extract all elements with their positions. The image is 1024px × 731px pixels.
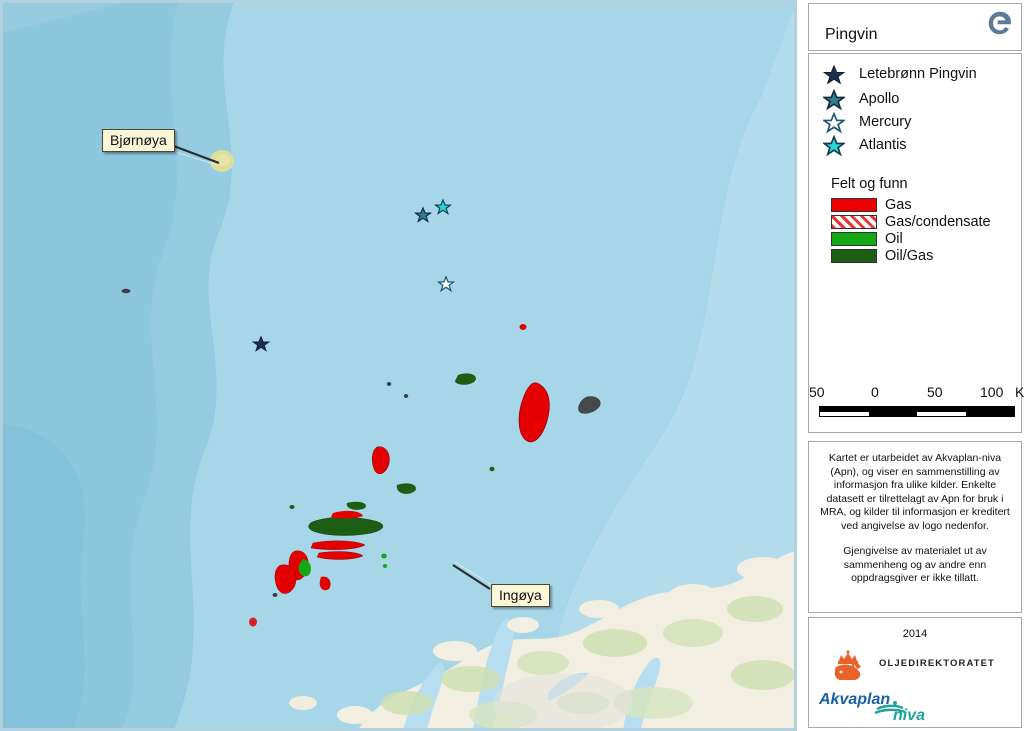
npd-lion-crest-icon [835,650,861,680]
disclaimer-box: Kartet er utarbeidet av Akvaplan-niva (A… [808,441,1022,613]
swatch-oil-gas [831,249,877,263]
legend-label: Oil [885,231,903,247]
legend-label: Atlantis [859,137,907,153]
credits-box: 2014 OLJEDIREKTORATET Akvaplan niva [808,617,1022,728]
map-label-bjornoya[interactable]: Bjørnøya [102,129,175,152]
star-hollow-teal-icon [823,112,845,134]
title-box: Pingvin [808,3,1022,51]
akvaplan-niva-wave-icon: Akvaplan niva [819,691,925,724]
swatch-gas [831,198,877,212]
star-filled-cyan-icon [823,135,845,157]
scale-tick: 100 [980,384,1004,400]
page-title: Pingvin [825,26,878,43]
oljedirektoratet-label: OLJEDIREKTORATET [879,658,995,669]
island-bjornoya-inner [216,154,230,166]
coastal-island [737,557,789,581]
niva-wordmark: niva [893,707,925,724]
side-panel: Pingvin Letebrønn Pingvin Apollo Mercury… [806,0,1024,731]
scale-segment [868,407,917,416]
coastal-island [337,706,373,724]
akvaplan-wordmark: Akvaplan [819,691,890,708]
map-label-ingoya[interactable]: Ingøya [491,584,550,607]
map-canvas[interactable] [3,3,795,729]
field-oilgas[interactable] [289,505,295,509]
field-oil[interactable] [382,564,388,568]
legend-label: Mercury [859,114,912,130]
field-marker[interactable] [403,394,409,398]
scale-unit-label: Ki [1015,384,1024,400]
scale-segment [820,407,869,416]
field-marker[interactable] [121,288,131,294]
coastal-island [289,696,317,710]
scale-segment [965,407,1014,416]
bathymetry-deepest [3,423,85,728]
field-oil[interactable] [381,553,387,559]
star-filled-teal-icon [823,89,845,111]
akvaplan-niva-logo: Akvaplan niva [819,690,969,724]
disclaimer-paragraph-2: Gjengivelse av materialet ut av sammenhe… [843,545,987,584]
map-application: Bjørnøya Ingøya Pingvin Letebrønn Pingvi… [0,0,1024,731]
legend-label: Gas [885,197,912,213]
coastal-island [579,600,619,618]
scale-segment [917,407,966,416]
scale-tick: 50 [809,384,825,400]
field-gas[interactable] [519,324,527,330]
coastal-island-ingoya [507,617,539,633]
field-gas[interactable] [249,617,257,627]
scale-tick: 0 [871,384,879,400]
scale-bar-group: 50 0 50 100 Ki [809,384,1024,428]
disclaimer-paragraph-1: Kartet er utarbeidet av Akvaplan-niva (A… [820,452,1010,532]
map-label-ingoya-text: Ingøya [499,587,542,603]
legend-label: Apollo [859,91,900,107]
field-marker[interactable] [386,382,392,386]
oljedirektoratet-logo: OLJEDIREKTORATET [827,650,1009,688]
swirl-e-icon[interactable] [985,8,1015,38]
map-year: 2014 [902,628,928,640]
field-marker[interactable] [272,593,278,597]
legend-label: Letebrønn Pingvin [859,66,977,82]
legend-box: Letebrønn Pingvin Apollo Mercury Atlanti… [808,53,1024,433]
map-label-bjornoya-text: Bjørnøya [110,132,167,148]
disclaimer-content: Kartet er utarbeidet av Akvaplan-niva (A… [809,452,1021,586]
legend-label: Gas/condensate [885,214,991,230]
coastal-island [433,641,477,661]
star-filled-navy-icon [823,64,845,85]
legend-fields-title: Felt og funn [831,176,908,192]
map-viewport[interactable]: Bjørnøya Ingøya [2,2,795,729]
coastal-island [669,584,717,606]
legend-label: Oil/Gas [885,248,934,264]
scale-bar [819,406,1015,417]
swatch-oil [831,232,877,246]
scale-tick: 50 [927,384,943,400]
map-panel[interactable]: Bjørnøya Ingøya [0,0,797,731]
swatch-gas-condensate [831,215,877,229]
field-oilgas[interactable] [489,466,495,472]
